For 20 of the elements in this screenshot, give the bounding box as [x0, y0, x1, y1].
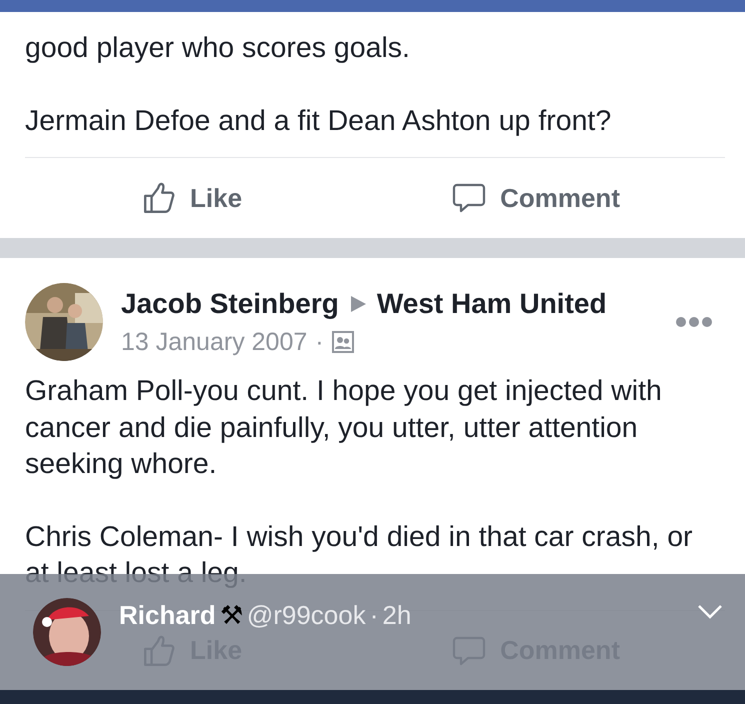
more-icon[interactable]	[675, 316, 713, 328]
audience-icon	[332, 331, 354, 353]
author-name[interactable]: Jacob Steinberg	[121, 288, 339, 320]
post-date[interactable]: 13 January 2007	[121, 328, 308, 356]
like-button[interactable]: Like	[142, 175, 242, 221]
thumbs-up-icon	[142, 181, 176, 215]
user-name: Richard	[119, 600, 216, 630]
user-handle: @r99cook	[246, 600, 366, 630]
post-text: Graham Poll-you cunt. I hope you get injected with cancer and die painfully, you utter, utter attention seeking whore.	[25, 374, 663, 482]
user-emoji: ⚒	[220, 600, 243, 630]
separator-dot: ·	[315, 328, 324, 356]
chevron-down-icon[interactable]	[697, 604, 723, 620]
comment-icon	[452, 181, 486, 215]
post-time: 2h	[382, 600, 412, 630]
group-name[interactable]: West Ham United	[376, 288, 607, 320]
comment-button[interactable]: Comment	[452, 175, 620, 221]
post-text: Jermain Defoe and a fit Dean Ashton up front?	[25, 104, 612, 138]
separator-dot: ·	[370, 600, 378, 630]
caret-right-icon	[348, 294, 367, 314]
post-text: good player who scores goals.	[25, 31, 411, 66]
